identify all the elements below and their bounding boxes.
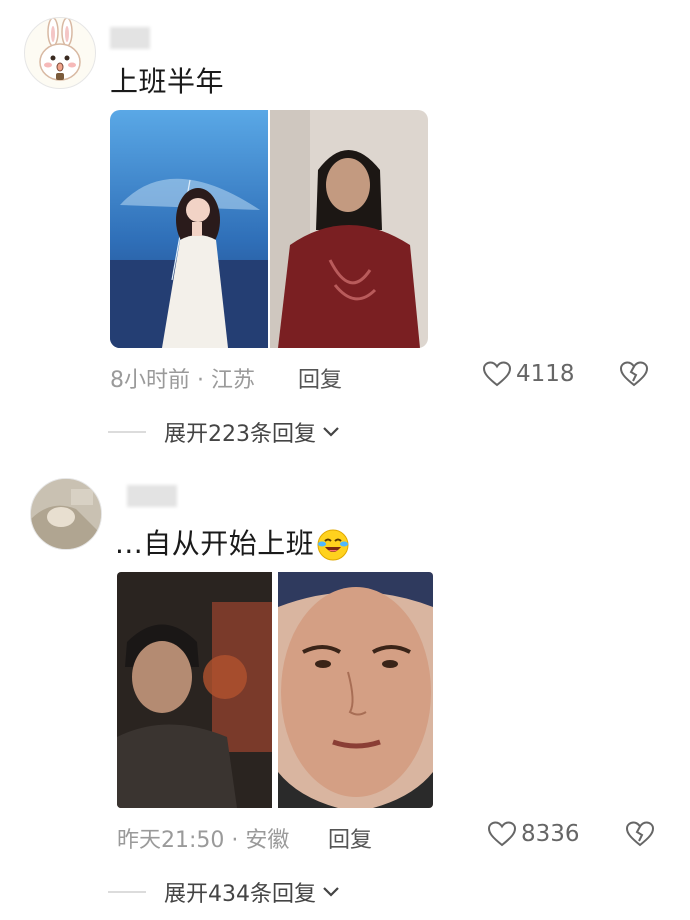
comment-item: 上班半年 8小时前 · 江苏 回复 4118 展开223条回复 — [0, 0, 690, 470]
like-count: 4118 — [516, 361, 575, 387]
chevron-down-icon — [323, 427, 339, 437]
chevron-down-icon — [323, 887, 339, 897]
bunny-avatar-icon — [39, 18, 81, 81]
comment-text: 上班半年 — [110, 65, 225, 98]
dislike-button[interactable] — [624, 820, 656, 854]
username-redacted[interactable] — [110, 27, 150, 49]
dislike-button[interactable] — [618, 360, 650, 394]
comment-item: ...自从开始上班 昨天21:50 · 安徽 回复 8336 展开434条回复 — [0, 470, 690, 920]
crying-laughing-emoji — [317, 529, 349, 561]
broken-heart-icon — [619, 361, 649, 387]
expand-replies-label: 展开434条回复 — [164, 882, 316, 907]
comment-images[interactable] — [117, 572, 433, 808]
like-count: 8336 — [521, 821, 580, 847]
avatar[interactable] — [30, 478, 102, 550]
expand-replies[interactable]: 展开223条回复 — [108, 412, 340, 452]
like-button[interactable]: 4118 — [482, 360, 575, 388]
divider-line — [108, 891, 146, 893]
casual-photo[interactable] — [270, 110, 428, 348]
heart-outline-icon — [482, 361, 512, 387]
expand-replies-label: 展开223条回复 — [164, 422, 316, 447]
time-location: 8小时前 · 江苏 — [110, 368, 255, 393]
divider-line — [108, 431, 146, 433]
like-button[interactable]: 8336 — [487, 820, 580, 848]
photo-avatar-icon — [31, 479, 101, 549]
glamour-photo[interactable] — [110, 110, 268, 348]
reply-button[interactable]: 回复 — [298, 362, 342, 394]
comment-text: ...自从开始上班 — [115, 522, 350, 562]
comment-images[interactable] — [110, 110, 428, 348]
actor-photo[interactable] — [117, 572, 272, 808]
reply-button[interactable]: 回复 — [328, 822, 372, 854]
heart-outline-icon — [487, 821, 517, 847]
comment-meta: 8小时前 · 江苏 回复 4118 — [0, 356, 690, 396]
username-redacted[interactable] — [127, 485, 177, 507]
expand-replies[interactable]: 展开434条回复 — [108, 872, 340, 912]
time-location: 昨天21:50 · 安徽 — [117, 828, 290, 853]
comment-meta: 昨天21:50 · 安徽 回复 8336 — [0, 816, 690, 856]
comment-text-content: ...自从开始上班 — [115, 527, 315, 560]
broken-heart-icon — [625, 821, 655, 847]
avatar[interactable] — [24, 17, 96, 89]
selfie-photo[interactable] — [278, 572, 433, 808]
